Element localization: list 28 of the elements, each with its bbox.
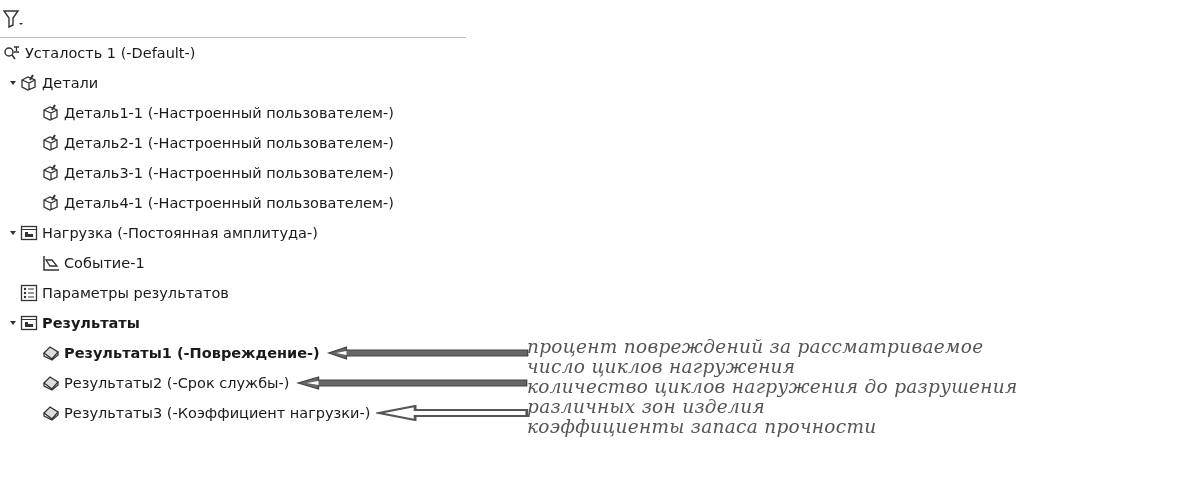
tree-item[interactable]: Результаты2 (-Срок службы-): [64, 375, 290, 391]
part-icon: [42, 194, 60, 212]
tree-item[interactable]: Деталь2-1 (-Настроенный пользователем-): [64, 135, 394, 151]
part-icon: [20, 74, 38, 92]
annotation-text: коэффициенты запаса прочности: [527, 417, 878, 437]
tree-item[interactable]: Событие-1: [64, 255, 145, 271]
result-plot-icon: [42, 404, 60, 422]
filter-icon[interactable]: [3, 8, 25, 29]
tree-item[interactable]: Детали: [42, 75, 99, 91]
load-graph-icon: [42, 254, 60, 272]
part-icon: [42, 104, 60, 122]
tree-item[interactable]: Результаты3 (-Коэффициент нагрузки-): [64, 405, 371, 421]
list-icon: [20, 284, 38, 302]
part-icon: [42, 134, 60, 152]
folder-icon: [20, 224, 38, 242]
tree-item[interactable]: Деталь1-1 (-Настроенный пользователем-): [64, 105, 394, 121]
tree-item[interactable]: Нагрузка (-Постоянная амплитуда-): [42, 225, 318, 241]
tree-item[interactable]: Усталость 1 (-Default-): [25, 45, 196, 61]
study-icon: [3, 44, 21, 62]
result-plot-icon: [42, 374, 60, 392]
tree-item[interactable]: Деталь4-1 (-Настроенный пользователем-): [64, 195, 394, 211]
folder-icon: [20, 314, 38, 332]
tree-item[interactable]: Результаты: [42, 315, 140, 331]
tree-item[interactable]: Результаты1 (-Повреждение-): [64, 345, 320, 361]
part-icon: [42, 164, 60, 182]
result-plot-icon: [42, 344, 60, 362]
tree-item[interactable]: Параметры результатов: [42, 285, 229, 301]
tree-item[interactable]: Деталь3-1 (-Настроенный пользователем-): [64, 165, 394, 181]
